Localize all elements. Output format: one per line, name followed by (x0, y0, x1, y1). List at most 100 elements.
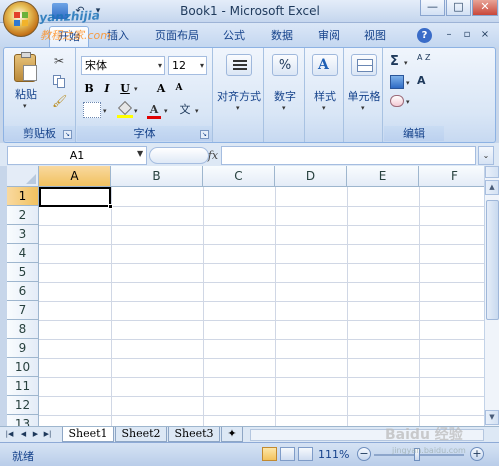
help-icon[interactable]: ? (417, 28, 432, 43)
column-header-a[interactable]: A (39, 166, 111, 187)
font-color-button[interactable]: A (146, 101, 162, 119)
ribbon-restore-icon[interactable]: ▫ (460, 29, 474, 41)
formula-bar: A1 ▼ fx ⌄ (0, 143, 499, 166)
row-header[interactable]: 12 (7, 396, 39, 415)
sort-filter-button[interactable]: A Z (417, 54, 437, 70)
insert-function-button[interactable]: fx (204, 147, 222, 164)
font-name-combo[interactable]: 宋体 ▾ (81, 56, 165, 75)
row-header[interactable]: 9 (7, 339, 39, 358)
sheet-tab-2[interactable]: Sheet2 (115, 427, 167, 442)
close-button[interactable]: ✕ (472, 0, 498, 16)
name-box[interactable]: A1 (7, 146, 147, 165)
office-button[interactable] (3, 1, 39, 37)
cells-icon (351, 54, 377, 76)
clipboard-launcher-icon[interactable]: ↘ (63, 130, 72, 139)
cut-icon[interactable]: ✂ (52, 54, 66, 68)
zoom-out-button[interactable]: − (357, 447, 371, 461)
fill-dropdown-icon[interactable]: ▾ (406, 79, 410, 87)
column-header-c[interactable]: C (203, 166, 275, 187)
gridline (39, 339, 484, 340)
vertical-scroll-thumb[interactable] (486, 200, 499, 320)
bold-button[interactable]: B (81, 80, 97, 97)
row-header[interactable]: 3 (7, 225, 39, 244)
fill-icon[interactable] (390, 75, 404, 89)
worksheet-grid[interactable]: A B C D E F 1 2 3 4 5 6 7 8 9 10 11 12 1… (7, 166, 484, 426)
expand-formula-bar-icon[interactable]: ⌄ (478, 146, 494, 165)
minimize-button[interactable]: — (420, 0, 445, 16)
phonetic-dropdown-icon[interactable]: ▾ (195, 107, 199, 115)
font-launcher-icon[interactable]: ↘ (200, 130, 209, 139)
find-select-button[interactable]: A (417, 74, 437, 90)
borders-dropdown-icon[interactable]: ▾ (103, 107, 107, 115)
fill-color-dropdown-icon[interactable]: ▾ (134, 107, 138, 115)
grow-font-button[interactable]: A (153, 80, 169, 97)
scroll-down-icon[interactable]: ▼ (485, 410, 499, 425)
column-header-f[interactable]: F (419, 166, 484, 187)
maximize-button[interactable]: □ (446, 0, 471, 16)
split-box[interactable] (485, 166, 499, 178)
row-header[interactable]: 11 (7, 377, 39, 396)
vertical-scrollbar[interactable]: ▲ ▼ (484, 166, 499, 426)
next-sheet-icon[interactable]: ▶ (30, 428, 41, 441)
number-group[interactable]: % 数字 ▾ (265, 48, 305, 142)
row-header[interactable]: 2 (7, 206, 39, 225)
tab-view[interactable]: 视图 (358, 26, 392, 47)
font-size-combo[interactable]: 12 ▾ (168, 56, 207, 75)
format-painter-icon[interactable]: 🖌 (52, 94, 67, 108)
row-header[interactable]: 6 (7, 282, 39, 301)
select-all-button[interactable] (7, 166, 39, 187)
prev-sheet-icon[interactable]: ◀ (18, 428, 29, 441)
font-color-dropdown-icon[interactable]: ▾ (164, 107, 168, 115)
page-break-view-button[interactable] (298, 447, 313, 461)
active-cell[interactable] (39, 187, 111, 207)
chevron-down-icon[interactable]: ▼ (137, 149, 145, 159)
autosum-button[interactable]: Σ (390, 54, 404, 70)
column-header-b[interactable]: B (111, 166, 203, 187)
insert-sheet-icon[interactable]: ✦ (221, 427, 243, 442)
row-header[interactable]: 5 (7, 263, 39, 282)
last-sheet-icon[interactable]: ▶| (42, 428, 53, 441)
row-header[interactable]: 10 (7, 358, 39, 377)
copy-icon[interactable] (52, 74, 66, 88)
zoom-level[interactable]: 111% (318, 448, 349, 461)
column-header-d[interactable]: D (275, 166, 347, 187)
paste-button[interactable]: 粘贴 ▾ (10, 52, 42, 110)
ribbon-close-icon[interactable]: × (478, 29, 492, 41)
fill-color-icon[interactable] (117, 100, 133, 118)
alignment-group[interactable]: 对齐方式 ▾ (214, 48, 264, 142)
phonetic-button[interactable]: 文 (177, 101, 193, 118)
clear-icon[interactable] (390, 95, 404, 107)
page-layout-view-button[interactable] (280, 447, 295, 461)
gridline (39, 282, 484, 283)
tab-review[interactable]: 审阅 (312, 26, 346, 47)
clear-dropdown-icon[interactable]: ▾ (406, 98, 410, 106)
underline-button[interactable]: U (117, 80, 133, 97)
tab-page-layout[interactable]: 页面布局 (147, 26, 207, 47)
normal-view-button[interactable] (262, 447, 277, 461)
column-header-e[interactable]: E (347, 166, 419, 187)
styles-group[interactable]: A 样式 ▾ (306, 48, 344, 142)
watermark: Baidu 经验 (385, 427, 463, 443)
ribbon: 粘贴 ▾ ✂ 🖌 剪贴板 ↘ 宋体 ▾ 12 ▾ B I U ▾ A A ▾ ▾… (3, 47, 496, 143)
row-header[interactable]: 8 (7, 320, 39, 339)
formula-bar-splitter[interactable] (149, 147, 209, 164)
shrink-font-button[interactable]: A (171, 80, 187, 97)
tab-data[interactable]: 数据 (265, 26, 299, 47)
row-header[interactable]: 1 (7, 187, 39, 206)
row-header[interactable]: 7 (7, 301, 39, 320)
borders-icon[interactable] (83, 102, 101, 118)
underline-dropdown-icon[interactable]: ▾ (134, 85, 138, 93)
fill-handle[interactable] (108, 204, 113, 209)
scroll-up-icon[interactable]: ▲ (485, 180, 499, 195)
italic-button[interactable]: I (99, 80, 115, 97)
tab-formulas[interactable]: 公式 (217, 26, 251, 47)
sheet-tab-3[interactable]: Sheet3 (168, 427, 220, 442)
cells-group[interactable]: 单元格 ▾ (345, 48, 383, 142)
row-header[interactable]: 13 (7, 415, 39, 426)
formula-input[interactable] (221, 146, 476, 165)
row-header[interactable]: 4 (7, 244, 39, 263)
ribbon-minimize-icon[interactable]: – (442, 29, 456, 41)
autosum-dropdown-icon[interactable]: ▾ (404, 59, 408, 67)
sheet-tab-1[interactable]: Sheet1 (62, 427, 114, 442)
first-sheet-icon[interactable]: |◀ (4, 428, 15, 441)
